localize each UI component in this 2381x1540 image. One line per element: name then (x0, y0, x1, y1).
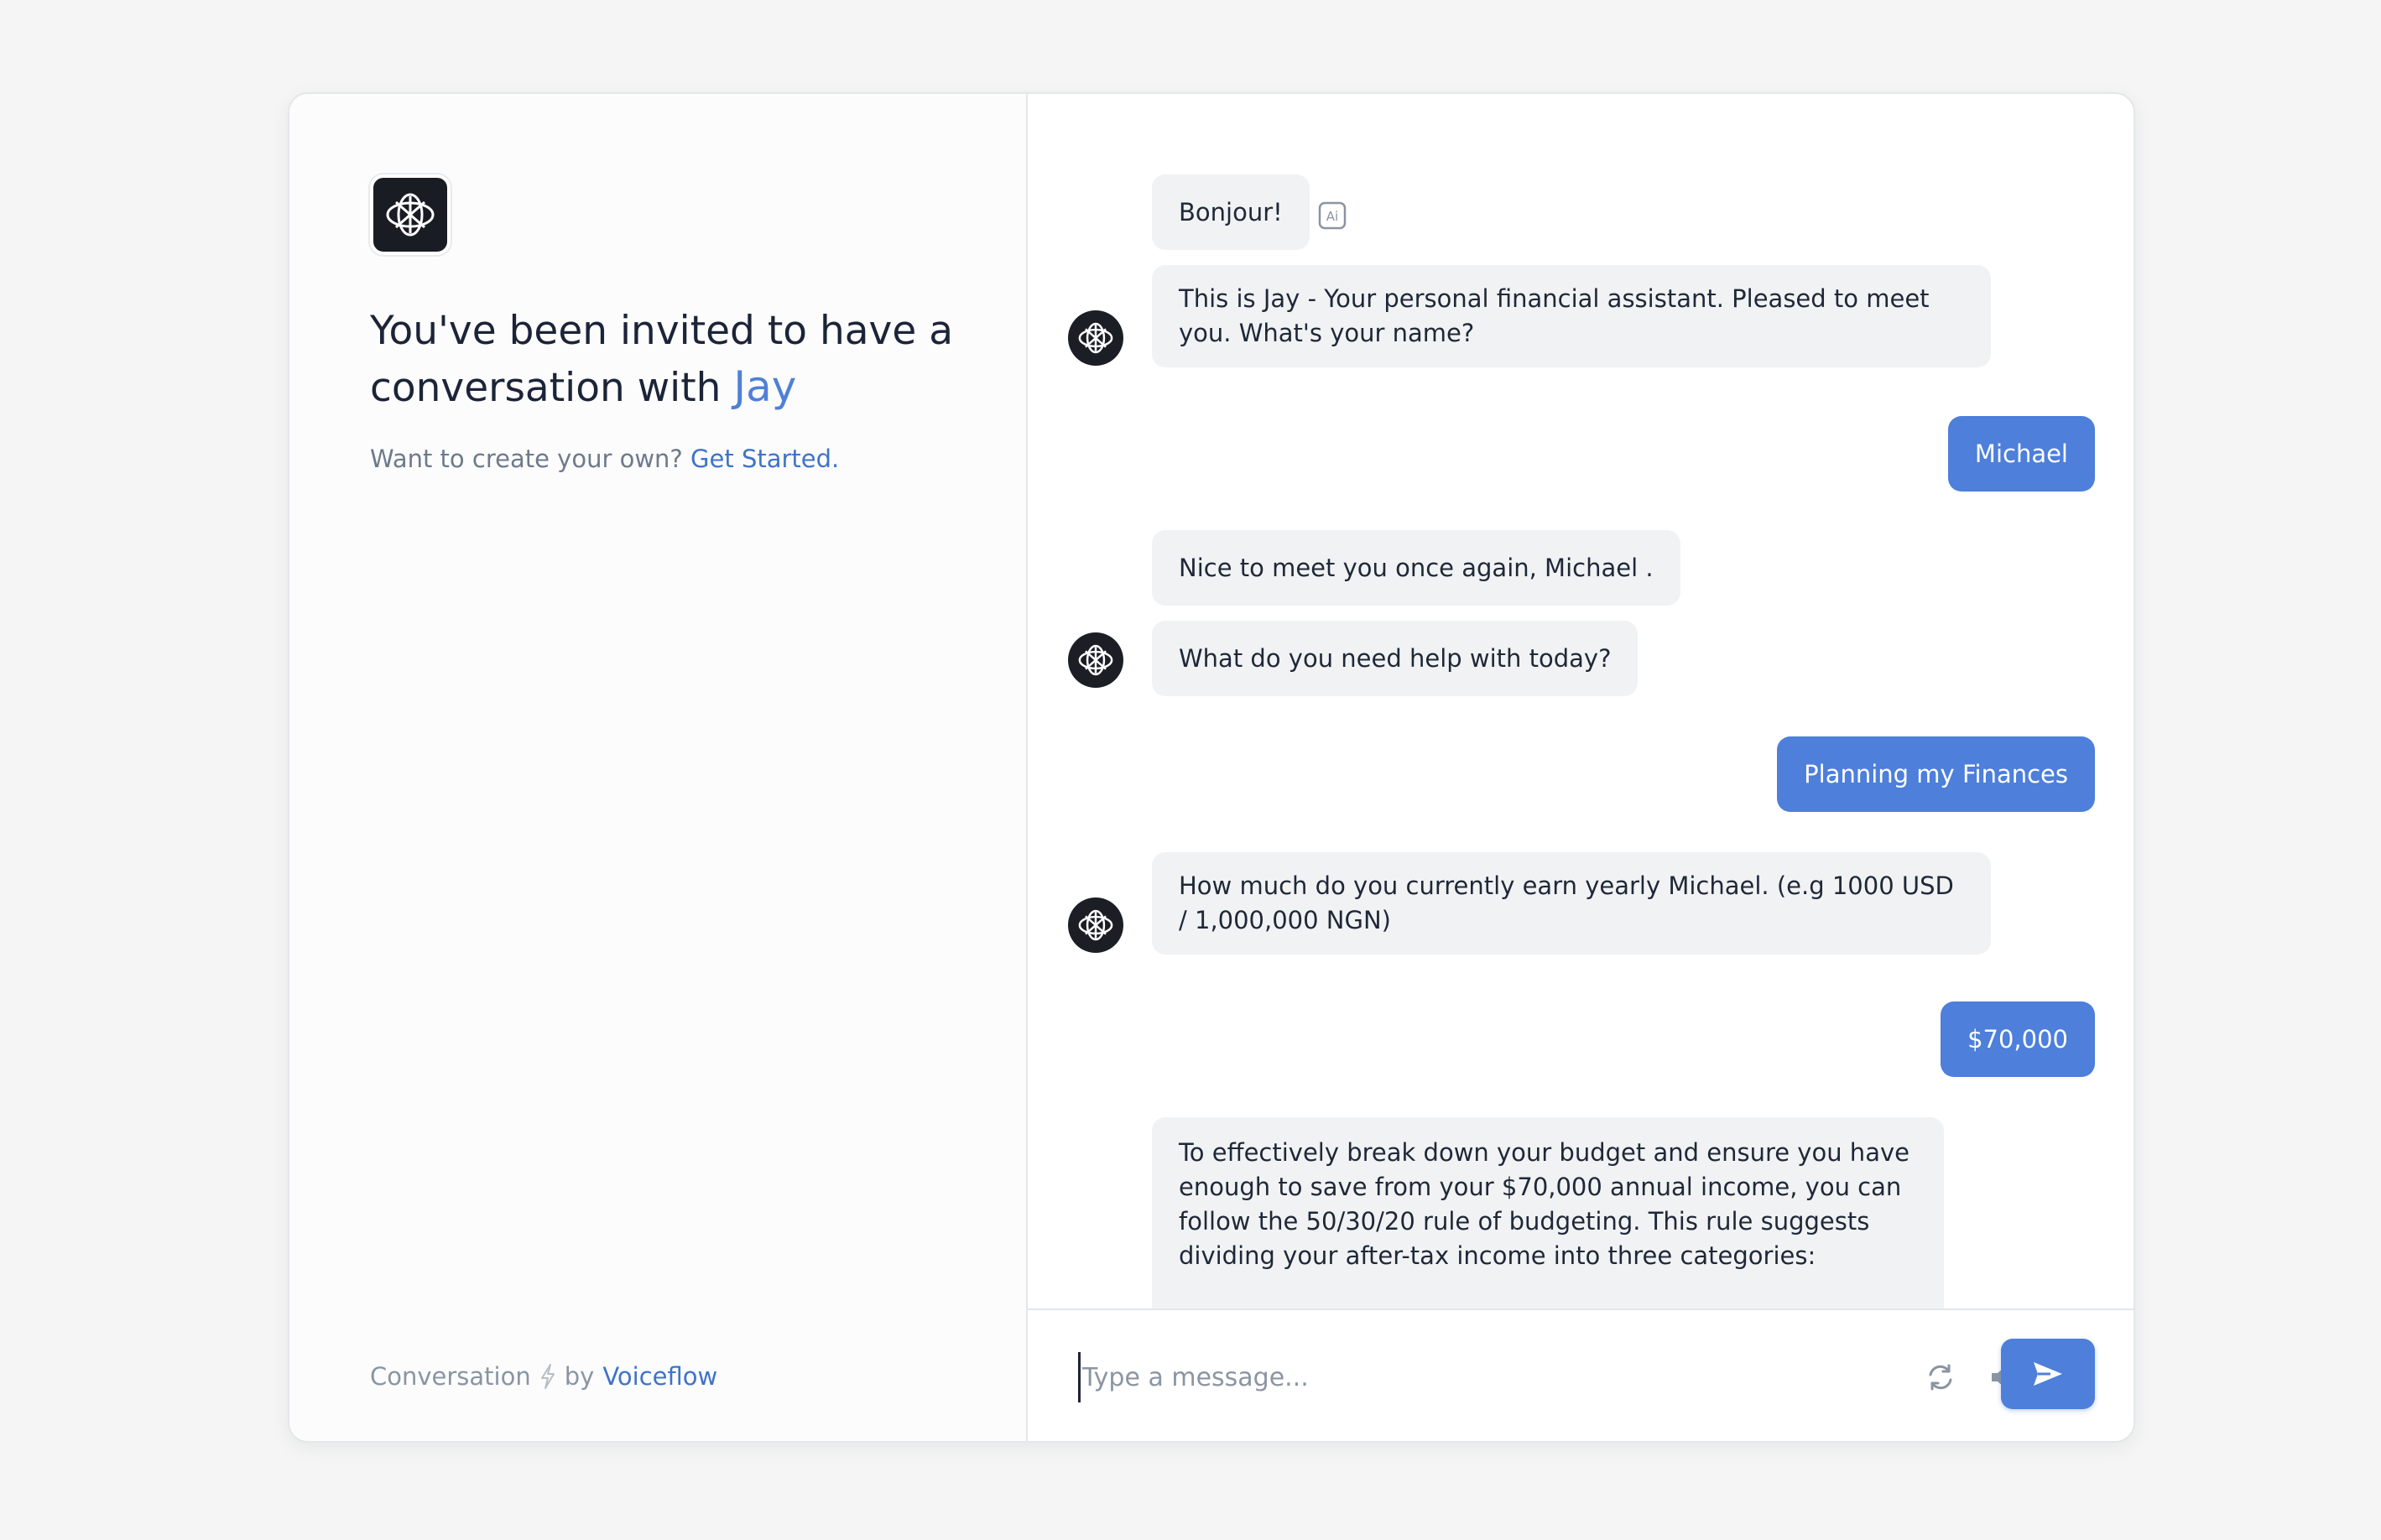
butterfly-logo-icon (1078, 644, 1113, 676)
invite-heading: You've been invited to have a conversati… (370, 304, 974, 416)
user-message: Michael (1947, 416, 2095, 492)
lightning-icon (540, 1364, 555, 1389)
message-input[interactable] (1078, 1352, 1833, 1402)
butterfly-logo-icon (1078, 909, 1113, 941)
message-text: Bonjour! (1179, 197, 1283, 226)
assistant-name: Jay (733, 362, 797, 411)
footer-by-text: by (564, 1362, 595, 1391)
intro-panel: You've been invited to have a conversati… (289, 94, 1028, 1441)
message-text: Nice to meet you once again, Michael . (1179, 553, 1654, 582)
butterfly-logo-icon (1078, 322, 1113, 354)
brand-logo (370, 174, 451, 255)
refresh-icon (1929, 1364, 1952, 1391)
restart-button[interactable] (1922, 1359, 1959, 1396)
user-message: $70,000 (1941, 1002, 2095, 1077)
bot-avatar (1068, 632, 1123, 688)
bot-message: To effectively break down your budget an… (1152, 1117, 1944, 1308)
message-text: Michael (1974, 439, 2068, 468)
message-text: $70,000 (1967, 1024, 2068, 1054)
message-text: Planning my Finances (1804, 759, 2068, 788)
get-started-link[interactable]: Get Started. (690, 445, 839, 473)
message-text: What do you need help with today? (1179, 643, 1612, 673)
create-own-text: Want to create your own? (370, 445, 683, 473)
voiceflow-link[interactable]: Voiceflow (602, 1362, 717, 1391)
message-list[interactable]: Bonjour! Ai This is Jay - Your personal … (1028, 94, 2134, 1308)
bot-message: This is Jay - Your personal financial as… (1152, 265, 1991, 367)
invite-heading-text: You've been invited to have a conversati… (370, 308, 954, 411)
bot-avatar (1068, 310, 1123, 366)
send-icon (2034, 1362, 2062, 1386)
bot-message: Nice to meet you once again, Michael . (1152, 530, 1680, 606)
bot-message: Bonjour! (1152, 174, 1310, 250)
powered-by-footer: Conversation by Voiceflow (370, 1362, 717, 1391)
message-text: How much do you currently earn yearly Mi… (1179, 871, 1954, 934)
footer-conversation-text: Conversation (370, 1362, 531, 1391)
user-message: Planning my Finances (1777, 736, 2095, 812)
create-own-line: Want to create your own? Get Started. (370, 445, 839, 473)
bot-avatar (1068, 897, 1123, 953)
chat-panel: Bonjour! Ai This is Jay - Your personal … (1028, 94, 2134, 1441)
send-button[interactable] (2001, 1339, 2095, 1409)
butterfly-logo-icon (386, 193, 435, 237)
message-composer (1028, 1308, 2134, 1441)
bot-message: How much do you currently earn yearly Mi… (1152, 852, 1991, 955)
bot-message: What do you need help with today? (1152, 621, 1639, 696)
message-text: To effectively break down your budget an… (1179, 1138, 1909, 1270)
message-text: This is Jay - Your personal financial as… (1179, 284, 1930, 347)
ai-generated-badge-icon: Ai (1318, 201, 1347, 230)
ai-badge-text: Ai (1326, 209, 1338, 224)
chat-card: You've been invited to have a conversati… (288, 92, 2135, 1443)
